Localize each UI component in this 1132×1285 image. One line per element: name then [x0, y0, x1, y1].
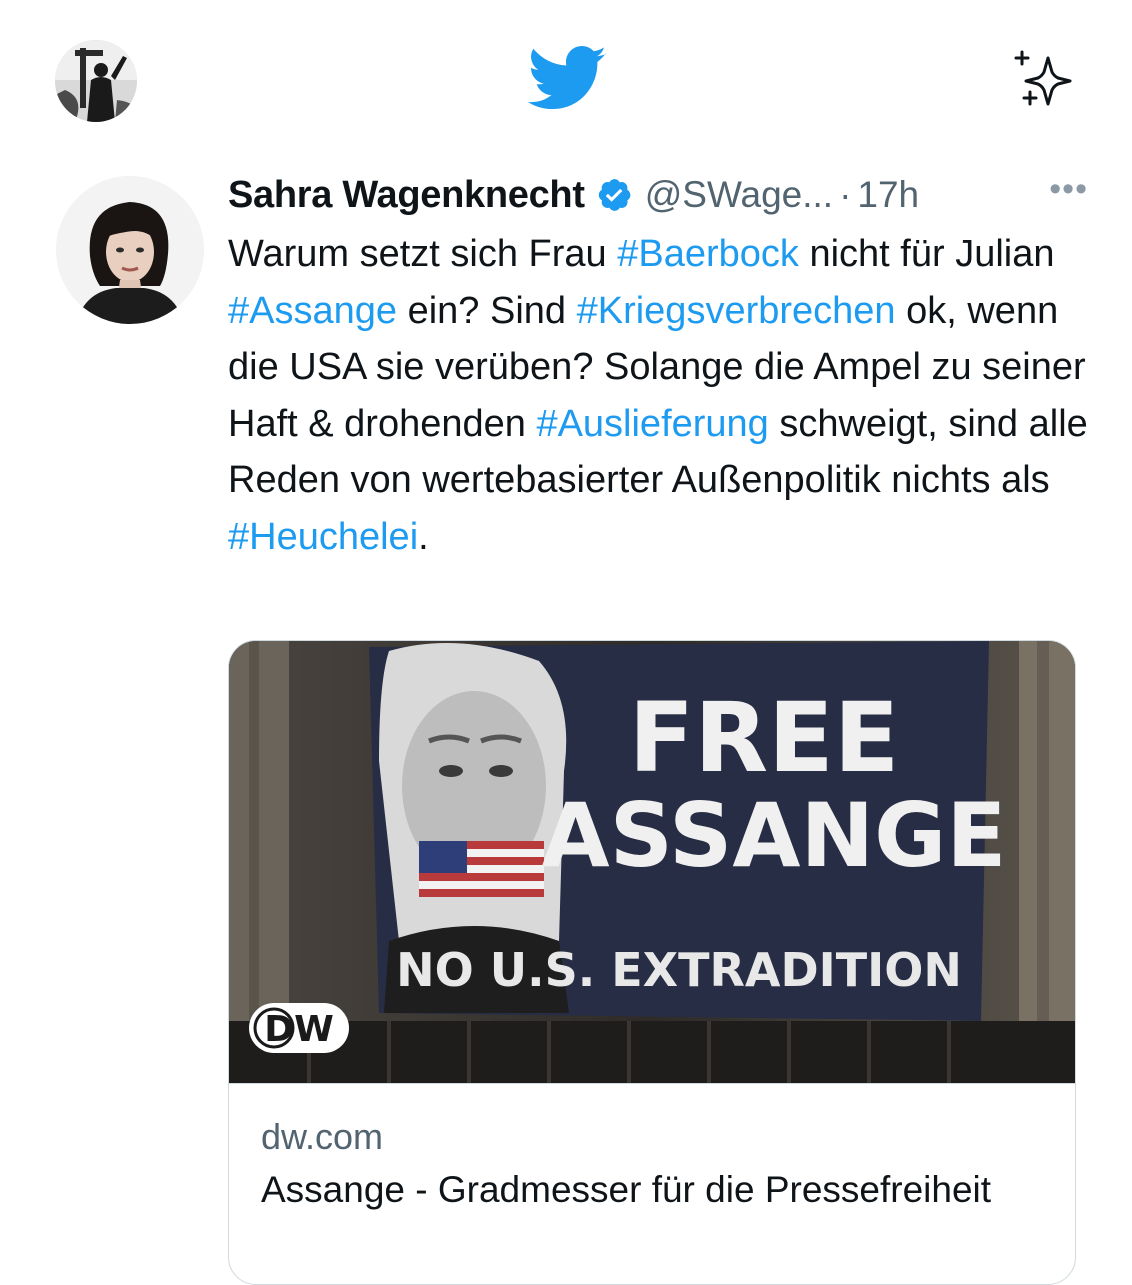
sparkle-icon[interactable]: [1008, 46, 1078, 110]
verified-badge-icon: [595, 176, 633, 214]
author-name[interactable]: Sahra Wagenknecht: [228, 174, 585, 217]
link-card[interactable]: FREE ASSANGE NO U.S. EXTRADITION DW dw.c…: [228, 640, 1076, 1285]
hashtag-link[interactable]: #Baerbock: [617, 233, 799, 275]
tweet-text-segment: ein? Sind: [397, 289, 577, 332]
dw-logo-text: DW: [264, 1009, 334, 1050]
top-bar: [0, 0, 1132, 150]
tweet-timestamp[interactable]: 17h: [857, 174, 919, 216]
card-info[interactable]: dw.com Assange - Gradmesser für die Pres…: [229, 1083, 1075, 1284]
card-domain: dw.com: [261, 1116, 384, 1157]
tweet-text-segment: Warum setzt sich Frau: [228, 233, 618, 275]
banner-text-assange: ASSANGE: [541, 784, 1006, 887]
hashtag-link[interactable]: #Kriegsverbrechen: [577, 290, 896, 332]
dw-logo: DW: [249, 1003, 349, 1053]
tweet-text-segment: nicht für Julian: [798, 233, 1055, 275]
banner-text-free: FREE: [629, 682, 900, 794]
author-handle[interactable]: @SWage...: [645, 174, 833, 216]
hashtag-link[interactable]: #Assange: [228, 290, 397, 332]
tweet-text-segment: .: [418, 515, 429, 558]
tweet-header: Sahra Wagenknecht @SWage... · 17h •••: [228, 170, 1088, 220]
card-title: Assange - Gradmesser für die Pressefreih…: [261, 1169, 992, 1210]
more-options-icon[interactable]: •••: [1049, 170, 1088, 209]
separator-dot: ·: [839, 174, 852, 215]
twitter-bird-icon[interactable]: [527, 46, 608, 112]
banner-text-extradition: NO U.S. EXTRADITION: [396, 943, 962, 997]
hashtag-link[interactable]: #Auslieferung: [536, 403, 768, 445]
tweet-text: Warum setzt sich Frau #Baerbock nicht fü…: [228, 226, 1088, 565]
hashtag-link[interactable]: #Heuchelei: [228, 516, 418, 558]
card-image: FREE ASSANGE NO U.S. EXTRADITION DW: [229, 641, 1075, 1083]
author-avatar[interactable]: [56, 176, 204, 324]
profile-avatar[interactable]: [55, 40, 137, 122]
